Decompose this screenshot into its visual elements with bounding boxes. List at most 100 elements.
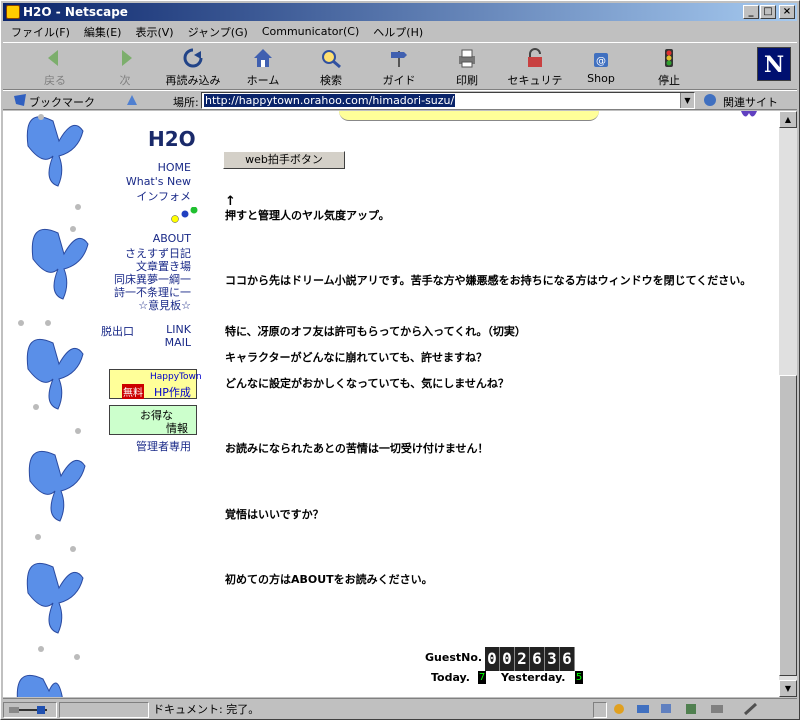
banner-brand-text: HappyTown [150,372,202,382]
happytown-banner[interactable]: HappyTown 無料 HP作成 [109,369,202,399]
menu-edit[interactable]: 編集(E) [84,24,122,40]
location-toolbar: ブックマーク 場所: http://happytown.orahoo.com/h… [3,90,797,110]
shop-bag-icon: @ [594,53,608,67]
window-title: H2O - Netscape [23,5,128,19]
menu-go[interactable]: ジャンプ(G) [188,24,248,40]
up-arrow-text: ↑ [225,194,236,209]
related-sites-button[interactable]: 関連サイト [723,94,778,110]
stop-traffic-light-icon [665,49,673,67]
status-bar: ドキュメント: 完了。 [3,698,797,719]
butterfly-background [16,114,89,697]
home-button[interactable]: ホーム [231,47,295,89]
lock-icon [528,48,542,67]
forward-button[interactable]: 次 [93,47,157,89]
bookmark-icon [14,94,26,106]
nav-whatsnew-link[interactable]: What's New [126,175,191,188]
menu-view[interactable]: 表示(V) [135,24,173,40]
clap-note-text: 押すと管理人のヤル気度アップ。 [225,209,390,222]
connection-status-panel [3,702,57,718]
url-input[interactable]: http://happytown.orahoo.com/himadori-suz… [201,92,695,109]
today-count: 7 [478,671,486,684]
page-proxy-icon[interactable] [125,93,139,107]
site-logo[interactable]: H2O [148,127,196,151]
progress-panel [59,702,149,718]
forward-arrow-icon [122,50,132,66]
character-warning-text: キャラクターがどんなに崩れていても、許せますね？ [225,351,488,364]
title-bar[interactable]: H2O - Netscape _ □ × [3,3,797,21]
nav-home-link[interactable]: HOME [158,161,191,174]
today-label: Today. [431,671,470,684]
deals-banner[interactable]: お得な 情報 [109,405,197,435]
counter-digit: 3 [545,647,560,671]
counter-digit: 0 [500,647,515,671]
access-counter: 0 0 2 6 3 6 [485,647,575,671]
newsgroup-component-icon[interactable] [659,702,675,716]
butterfly-fragment-icon [741,111,757,117]
location-label: 場所: [173,96,199,109]
mail-component-icon[interactable] [635,702,651,716]
security-button[interactable]: セキュリティ [503,47,567,103]
setting-warning-text: どんなに設定がおかしくなっていても、気にしませんね？ [225,377,509,390]
menu-bar: ファイル(F) 編集(E) 表示(V) ジャンプ(G) Communicator… [3,22,797,41]
print-button[interactable]: 印刷 [435,47,499,89]
scroll-up-icon[interactable]: ▲ [779,111,797,128]
counter-digit: 6 [530,647,545,671]
nav-board-link[interactable]: ☆意見板☆ [138,297,191,313]
banner-hp-text: HP作成 [154,386,191,399]
vertical-scrollbar[interactable]: ▲ ▼ [779,111,797,697]
back-button[interactable]: 戻る [23,47,87,89]
header-image-fragment [339,111,599,121]
yesterday-label: Yesterday. [501,671,566,684]
page-content: H2O HOME What's New インフォメ ABOUT さえすず日記 文… [3,111,779,697]
compose-pen-icon[interactable] [743,702,759,716]
read-about-text: 初めての方はABOUTをお読みください。 [225,573,433,586]
connection-plug-icon [9,706,47,714]
nav-link-link[interactable]: LINK [166,323,191,336]
reload-button[interactable]: 再読み込み [161,47,225,89]
svg-text:@: @ [596,56,606,67]
nav-about-link[interactable]: ABOUT [153,232,191,245]
banner-deals-line2: 情報 [166,422,188,435]
yesterday-count: 5 [575,671,583,684]
search-button[interactable]: 検索 [299,47,363,89]
web-clap-button[interactable]: web拍手ボタン [223,151,345,169]
stop-button[interactable]: 停止 [637,47,701,89]
guide-button[interactable]: ガイド [367,47,431,89]
counter-digit: 6 [560,647,575,671]
nav-admin-link[interactable]: 管理者専用 [136,438,191,454]
url-dropdown-icon[interactable]: ▼ [680,93,694,108]
counter-digit: 2 [515,647,530,671]
ready-question-text: 覚悟はいいですか？ [225,508,324,521]
menu-help[interactable]: ヘルプ(H) [373,24,423,40]
scroll-down-icon[interactable]: ▼ [779,680,797,697]
offline-friend-text: 特に、冴原のオフ友は許可もらってから入ってくれ。（切実） [225,325,526,338]
shop-button[interactable]: @ Shop [569,47,633,89]
back-arrow-icon [48,50,58,66]
bookmarks-button[interactable]: ブックマーク [29,94,95,110]
navigator-component-icon[interactable] [611,702,627,716]
menu-file[interactable]: ファイル(F) [11,24,70,40]
maximize-button[interactable]: □ [760,5,776,19]
address-book-component-icon[interactable] [683,702,699,716]
security-panel [593,702,607,718]
guest-number-label: GuestNo. [425,651,483,664]
related-sites-icon [704,94,716,106]
nav-mail-link[interactable]: MAIL [165,336,191,349]
navigation-toolbar: 戻る 次 再読み込み ホーム 検索 ガイド 印刷 セキュリティ [3,42,797,103]
nav-info-link[interactable]: インフォメ [136,188,191,204]
composer-component-icon[interactable] [709,702,725,716]
minimize-button[interactable]: _ [743,5,759,19]
home-icon [254,49,272,67]
nav-exit-link[interactable]: 脱出口 [101,323,134,339]
printer-icon [459,49,475,68]
close-button[interactable]: × [779,5,795,19]
status-text: ドキュメント: 完了。 [153,703,260,716]
search-icon [322,50,341,69]
scroll-thumb[interactable] [779,375,797,676]
menu-communicator[interactable]: Communicator(C) [262,25,359,38]
no-complaints-text: お読みになられたあとの苦情は一切受け付けません！ [225,442,489,455]
banner-free-text: 無料 [122,384,144,399]
netscape-logo[interactable]: N [757,47,791,81]
counter-digit: 0 [485,647,500,671]
browser-window: H2O - Netscape _ □ × ファイル(F) 編集(E) 表示(V)… [0,0,800,720]
